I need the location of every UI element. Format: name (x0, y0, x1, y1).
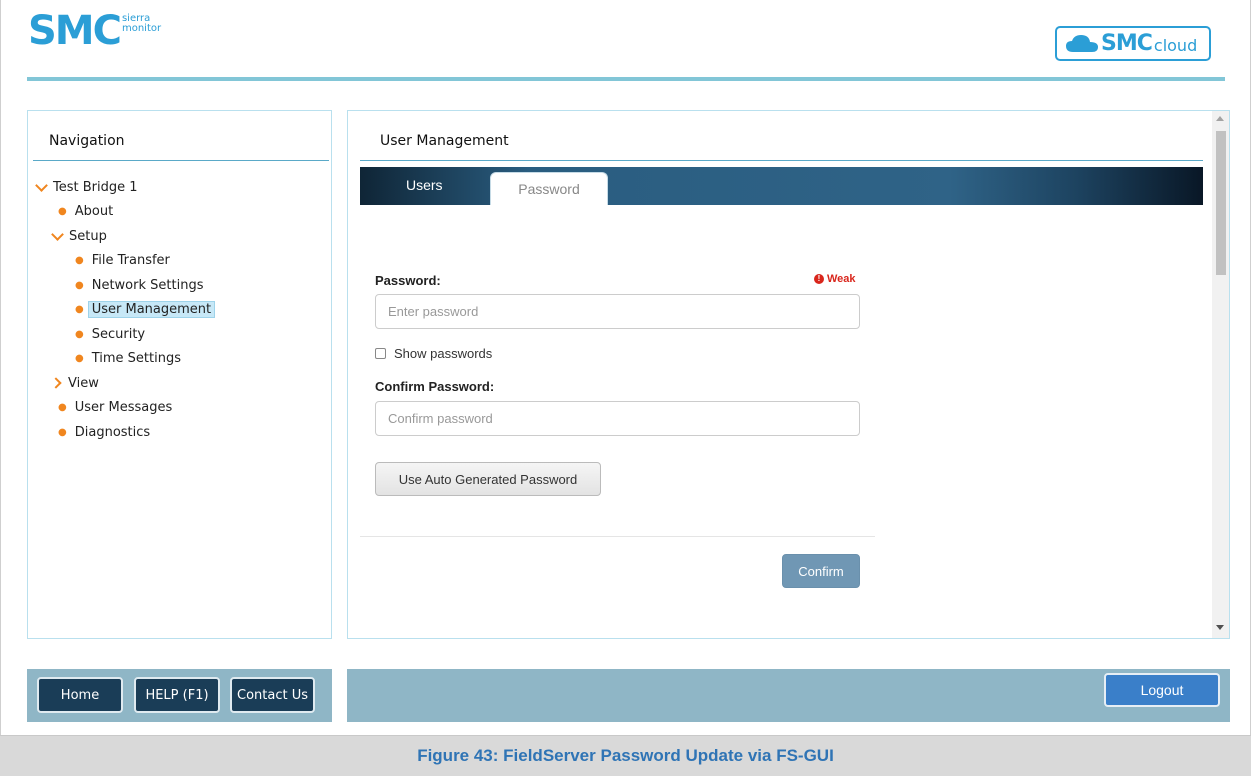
user-management-panel: User Management Users Password Password:… (347, 110, 1230, 639)
navigation-divider (33, 160, 329, 161)
header-divider (27, 77, 1225, 81)
chevron-down-icon[interactable] (35, 178, 48, 192)
page-title: User Management (380, 133, 509, 149)
tree-item-label: Diagnostics (74, 424, 151, 440)
chevron-down-icon[interactable] (51, 227, 64, 241)
tree-item-user-messages[interactable]: ● User Messages (58, 396, 172, 418)
scroll-down-arrow-icon[interactable] (1216, 625, 1224, 630)
app-frame: SMC sierra monitor SMC cloud Navigation … (0, 0, 1251, 735)
tab-users[interactable]: Users (406, 177, 443, 193)
tree-item-setup[interactable]: Setup (50, 225, 107, 247)
figure-caption: Figure 43: FieldServer Password Update v… (0, 735, 1251, 776)
cloud-icon (1066, 34, 1098, 52)
smc-logo: SMC sierra monitor (28, 8, 162, 54)
tree-item-user-management[interactable]: ● User Management (75, 298, 216, 320)
tree-item-diagnostics[interactable]: ● Diagnostics (58, 421, 150, 443)
bullet-icon: ● (75, 279, 84, 291)
bullet-icon: ● (58, 205, 67, 217)
tab-bar: Users Password (360, 167, 1203, 205)
main-footer-bar: Logout (347, 669, 1230, 722)
tree-item-label: Security (91, 326, 146, 342)
show-passwords-checkbox[interactable] (375, 348, 386, 359)
navigation-title: Navigation (49, 133, 125, 149)
exclamation-circle-icon: ! (814, 274, 824, 284)
bullet-icon: ● (75, 254, 84, 266)
bullet-icon: ● (75, 328, 84, 340)
auto-generate-password-button[interactable]: Use Auto Generated Password (375, 462, 601, 496)
tree-item-about[interactable]: ● About (58, 200, 113, 222)
bullet-icon: ● (58, 401, 67, 413)
vertical-scrollbar[interactable] (1212, 111, 1229, 638)
tree-item-view[interactable]: View (50, 372, 99, 394)
navigation-panel: Navigation Test Bridge 1 ● About Setup ●… (27, 110, 332, 639)
tree-item-network-settings[interactable]: ● Network Settings (75, 274, 203, 296)
show-passwords-label[interactable]: Show passwords (394, 346, 492, 361)
tree-item-time-settings[interactable]: ● Time Settings (75, 347, 181, 369)
show-passwords-row[interactable]: Show passwords (375, 346, 492, 361)
bullet-icon: ● (75, 352, 84, 364)
tab-password[interactable]: Password (490, 172, 608, 205)
tree-item-label-selected: User Management (87, 300, 216, 318)
password-label: Password: (375, 273, 441, 288)
cloud-logo-sub: cloud (1153, 36, 1198, 55)
password-strength-text: Weak (827, 273, 856, 285)
chevron-right-icon[interactable] (50, 377, 62, 389)
title-divider (360, 160, 1203, 161)
tree-item-label: About (74, 203, 114, 219)
cloud-logo-main: SMC (1101, 31, 1153, 56)
tree-item-label: User Messages (74, 399, 173, 415)
password-input[interactable] (375, 294, 860, 329)
smc-cloud-logo[interactable]: SMC cloud (1055, 26, 1211, 61)
scroll-up-arrow-icon[interactable] (1216, 116, 1224, 121)
tree-item-security[interactable]: ● Security (75, 323, 145, 345)
tree-item-label: View (68, 375, 99, 391)
confirm-password-input[interactable] (375, 401, 860, 436)
home-button[interactable]: Home (37, 677, 123, 713)
help-button[interactable]: HELP (F1) (134, 677, 220, 713)
confirm-button[interactable]: Confirm (782, 554, 860, 588)
navigation-footer-bar: Home HELP (F1) Contact Us (27, 669, 332, 722)
logout-button[interactable]: Logout (1104, 673, 1220, 707)
form-divider (360, 536, 875, 537)
tree-item-label: File Transfer (91, 252, 170, 268)
contact-us-button[interactable]: Contact Us (230, 677, 315, 713)
logo-sub-text: sierra monitor (121, 13, 162, 34)
tree-item-label: Time Settings (91, 350, 182, 366)
confirm-password-label: Confirm Password: (375, 379, 495, 394)
tree-item-test-bridge[interactable]: Test Bridge 1 (34, 176, 138, 198)
bullet-icon: ● (75, 303, 84, 315)
scrollbar-thumb[interactable] (1216, 131, 1226, 275)
tree-item-label: Setup (69, 228, 107, 244)
tree-item-file-transfer[interactable]: ● File Transfer (75, 249, 170, 271)
logo-main-text: SMC (28, 8, 122, 54)
password-strength-indicator: ! Weak (814, 273, 856, 285)
tree-item-label: Network Settings (91, 277, 204, 293)
bullet-icon: ● (58, 426, 67, 438)
tree-item-label: Test Bridge 1 (53, 179, 138, 195)
